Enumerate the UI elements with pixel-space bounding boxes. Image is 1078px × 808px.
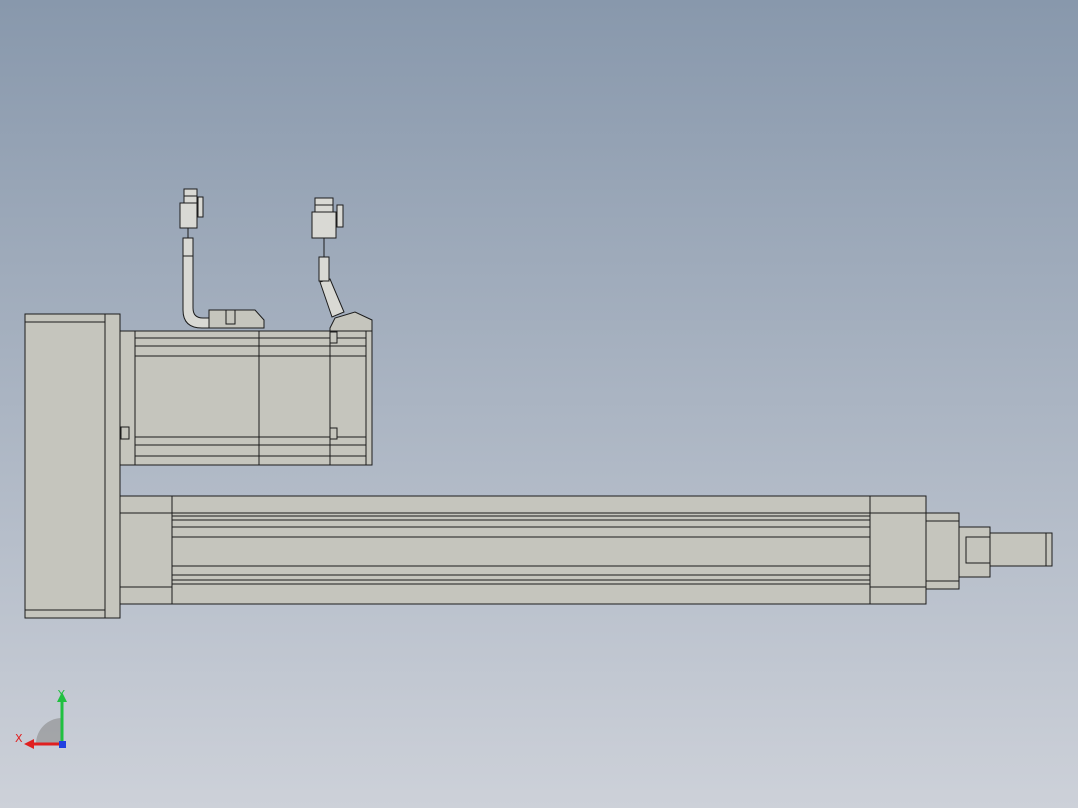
coordinate-triad [24,692,67,749]
graphics-viewport[interactable]: Y X [0,0,1078,808]
actuator-model[interactable] [0,0,1078,808]
y-axis-label: Y [58,688,65,701]
x-axis-label: X [15,732,23,745]
mounting-bracket[interactable] [24,313,121,619]
x-arrowhead-icon [24,739,34,749]
actuator-tube[interactable] [119,495,927,605]
servo-motor[interactable] [119,309,373,466]
triad-plane-icon [36,718,62,744]
z-axis-icon [59,741,66,748]
